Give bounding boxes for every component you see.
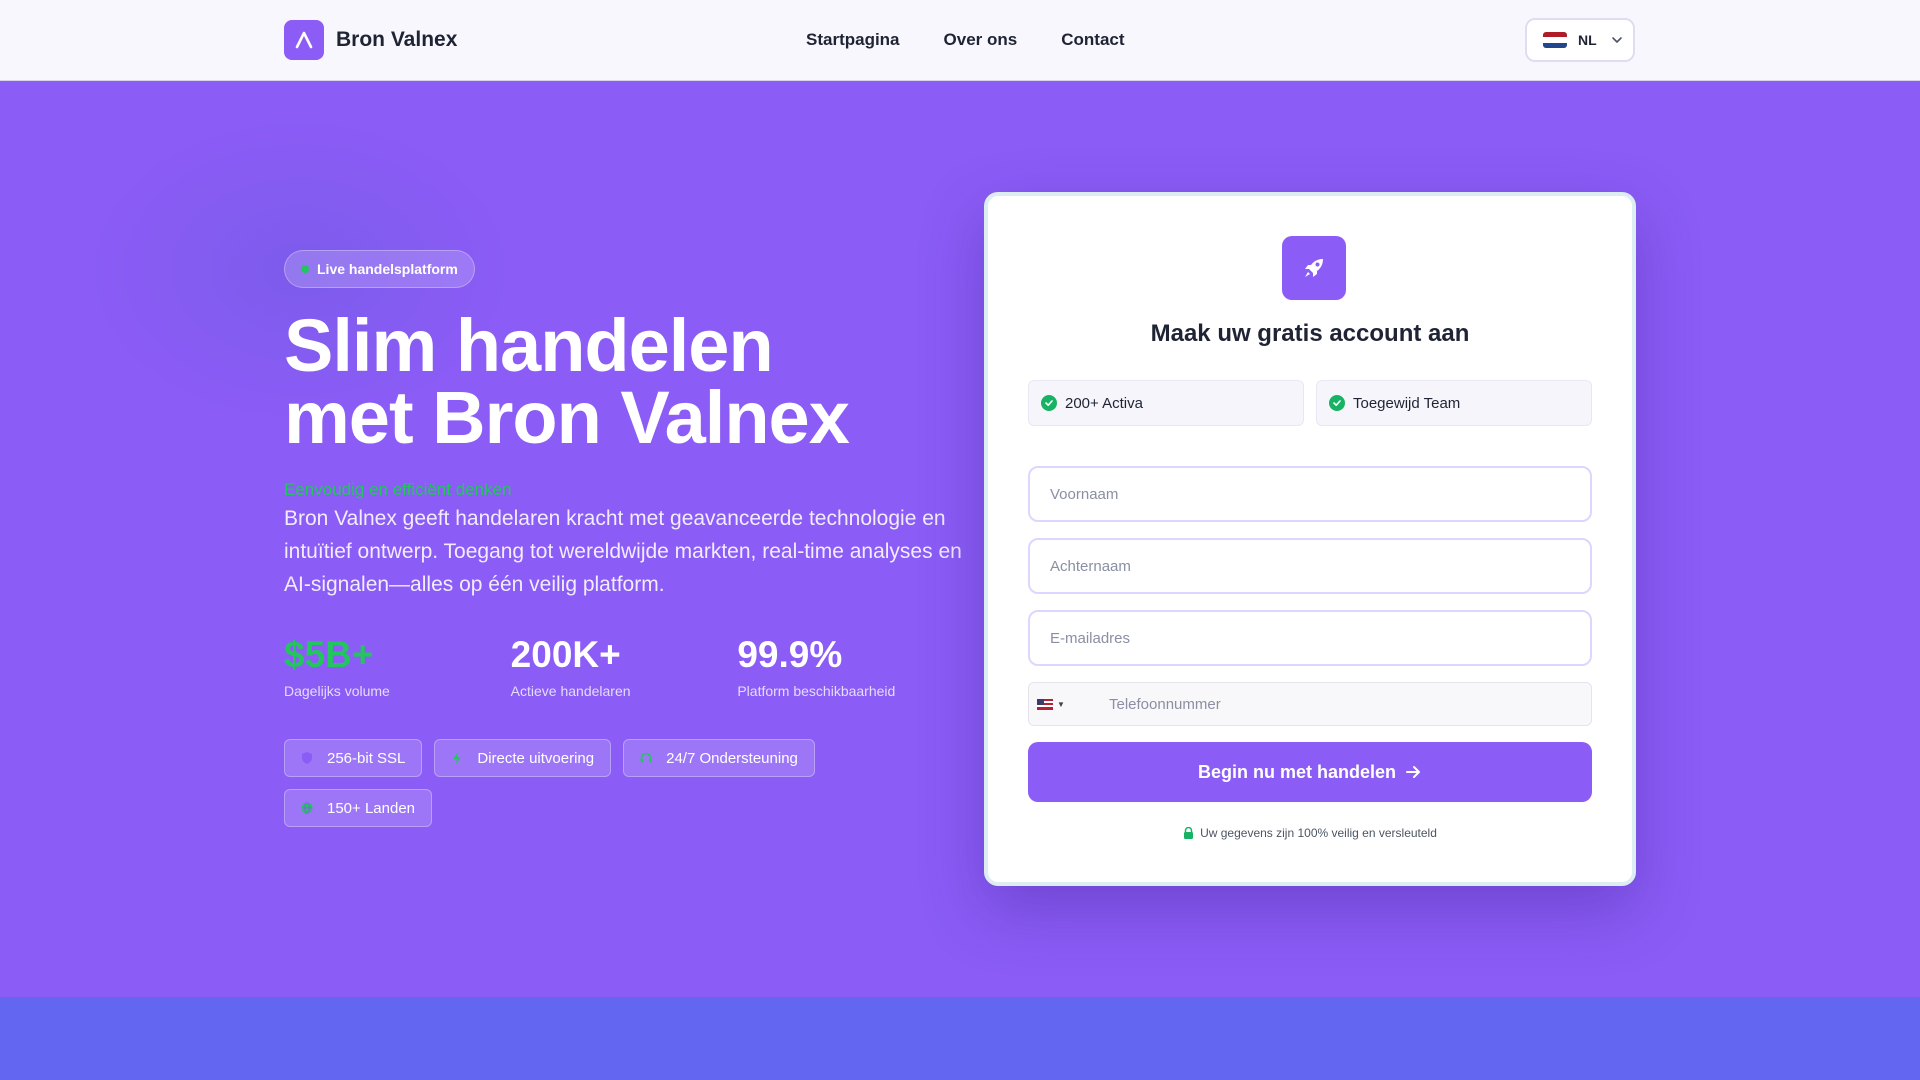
- signup-card: Maak uw gratis account aan 200+ Activa T…: [984, 192, 1636, 886]
- hero-headline: Slim handelen met Bron Valnex: [284, 304, 964, 459]
- security-note-text: Uw gegevens zijn 100% veilig en versleut…: [1200, 826, 1437, 840]
- feature-ssl: 256-bit SSL: [284, 739, 423, 777]
- hero-lead: Bron Valnex geeft handelaren kracht met …: [284, 507, 962, 596]
- feature-label: 150+ Landen: [327, 799, 416, 817]
- feature-countries: 150+ Landen: [284, 789, 433, 827]
- brand-logo-icon: [284, 20, 324, 60]
- language-code: NL: [1578, 32, 1597, 48]
- feature-execution: Directe uitvoering: [434, 739, 612, 777]
- feature-label: 24/7 Ondersteuning: [666, 749, 798, 767]
- phone-input[interactable]: [1101, 683, 1591, 725]
- rocket-icon: [1282, 236, 1346, 300]
- hero-headline-line-1: Slim handelen: [284, 304, 774, 387]
- chip-assets: 200+ Activa: [1028, 380, 1304, 426]
- last-name-input[interactable]: [1028, 538, 1592, 594]
- stat-traders: 200K+ Actieve handelaren: [510, 634, 738, 700]
- form-highlights: 200+ Activa Toegewijd Team: [1028, 380, 1592, 426]
- nav-link-contact[interactable]: Contact: [1061, 30, 1124, 50]
- netherlands-flag-icon: [1543, 32, 1567, 48]
- live-badge: Live handelsplatform: [284, 250, 475, 288]
- language-selector[interactable]: NL: [1525, 18, 1635, 62]
- brand-name: Bron Valnex: [336, 28, 458, 51]
- feature-label: Directe uitvoering: [477, 749, 595, 767]
- phone-field: ▼: [1028, 682, 1592, 726]
- stat-label: Actieve handelaren: [510, 683, 631, 699]
- stat-label: Platform beschikbaarheid: [737, 683, 896, 699]
- security-note: Uw gegevens zijn 100% veilig en versleut…: [988, 826, 1632, 840]
- caret-down-icon: ▼: [1057, 699, 1065, 709]
- start-trading-label: Begin nu met handelen: [1197, 761, 1397, 782]
- start-trading-button[interactable]: Begin nu met handelen: [1028, 742, 1592, 802]
- main-nav: Startpagina Over ons Contact: [806, 30, 1125, 50]
- email-input[interactable]: [1028, 610, 1592, 666]
- nav-link-startpagina[interactable]: Startpagina: [806, 30, 900, 50]
- feature-label: 256-bit SSL: [327, 749, 406, 767]
- feature-badges: 256-bit SSL Directe uitvoering 24/7 Onde…: [284, 739, 844, 827]
- brand[interactable]: Bron Valnex: [284, 20, 457, 60]
- live-badge-label: Live handelsplatform: [317, 261, 458, 277]
- arrow-right-icon: [1404, 763, 1422, 781]
- stat-value: $5B+: [284, 634, 374, 675]
- chip-label: Toegewijd Team: [1353, 394, 1461, 412]
- feature-support: 24/7 Ondersteuning: [623, 739, 815, 777]
- live-dot-icon: [301, 265, 309, 273]
- us-flag-icon: [1037, 698, 1053, 710]
- stat-value: 200K+: [510, 634, 621, 675]
- first-name-input[interactable]: [1028, 466, 1592, 522]
- hero-section: Live handelsplatform Slim handelen met B…: [284, 250, 964, 827]
- form-title: Maak uw gratis account aan: [1150, 320, 1470, 347]
- country-code-selector[interactable]: ▼: [1029, 683, 1101, 725]
- chevron-down-icon: [1611, 34, 1623, 46]
- next-section-band: [0, 997, 1920, 1080]
- stat-label: Dagelijks volume: [284, 683, 390, 699]
- navbar: Bron Valnex Startpagina Over ons Contact…: [0, 0, 1920, 81]
- stat-uptime: 99.9% Platform beschikbaarheid: [737, 634, 964, 700]
- stats-row: $5B+ Dagelijks volume 200K+ Actieve hand…: [284, 634, 964, 700]
- headset-icon: [638, 750, 654, 766]
- chip-label: 200+ Activa: [1065, 394, 1143, 412]
- check-circle-icon: [1329, 395, 1345, 411]
- stat-volume: $5B+ Dagelijks volume: [284, 634, 511, 700]
- check-circle-icon: [1041, 395, 1057, 411]
- hero-tagline: Eenvoudig en efficiënt denken: [284, 480, 512, 499]
- shield-icon: [299, 750, 315, 766]
- lock-icon: [1183, 827, 1194, 839]
- chip-team: Toegewijd Team: [1316, 380, 1592, 426]
- nav-link-over-ons[interactable]: Over ons: [944, 30, 1018, 50]
- lightning-icon: [449, 750, 465, 766]
- globe-icon: [299, 800, 315, 816]
- stat-value: 99.9%: [737, 634, 843, 675]
- hero-headline-line-2: met Bron Valnex: [284, 376, 850, 459]
